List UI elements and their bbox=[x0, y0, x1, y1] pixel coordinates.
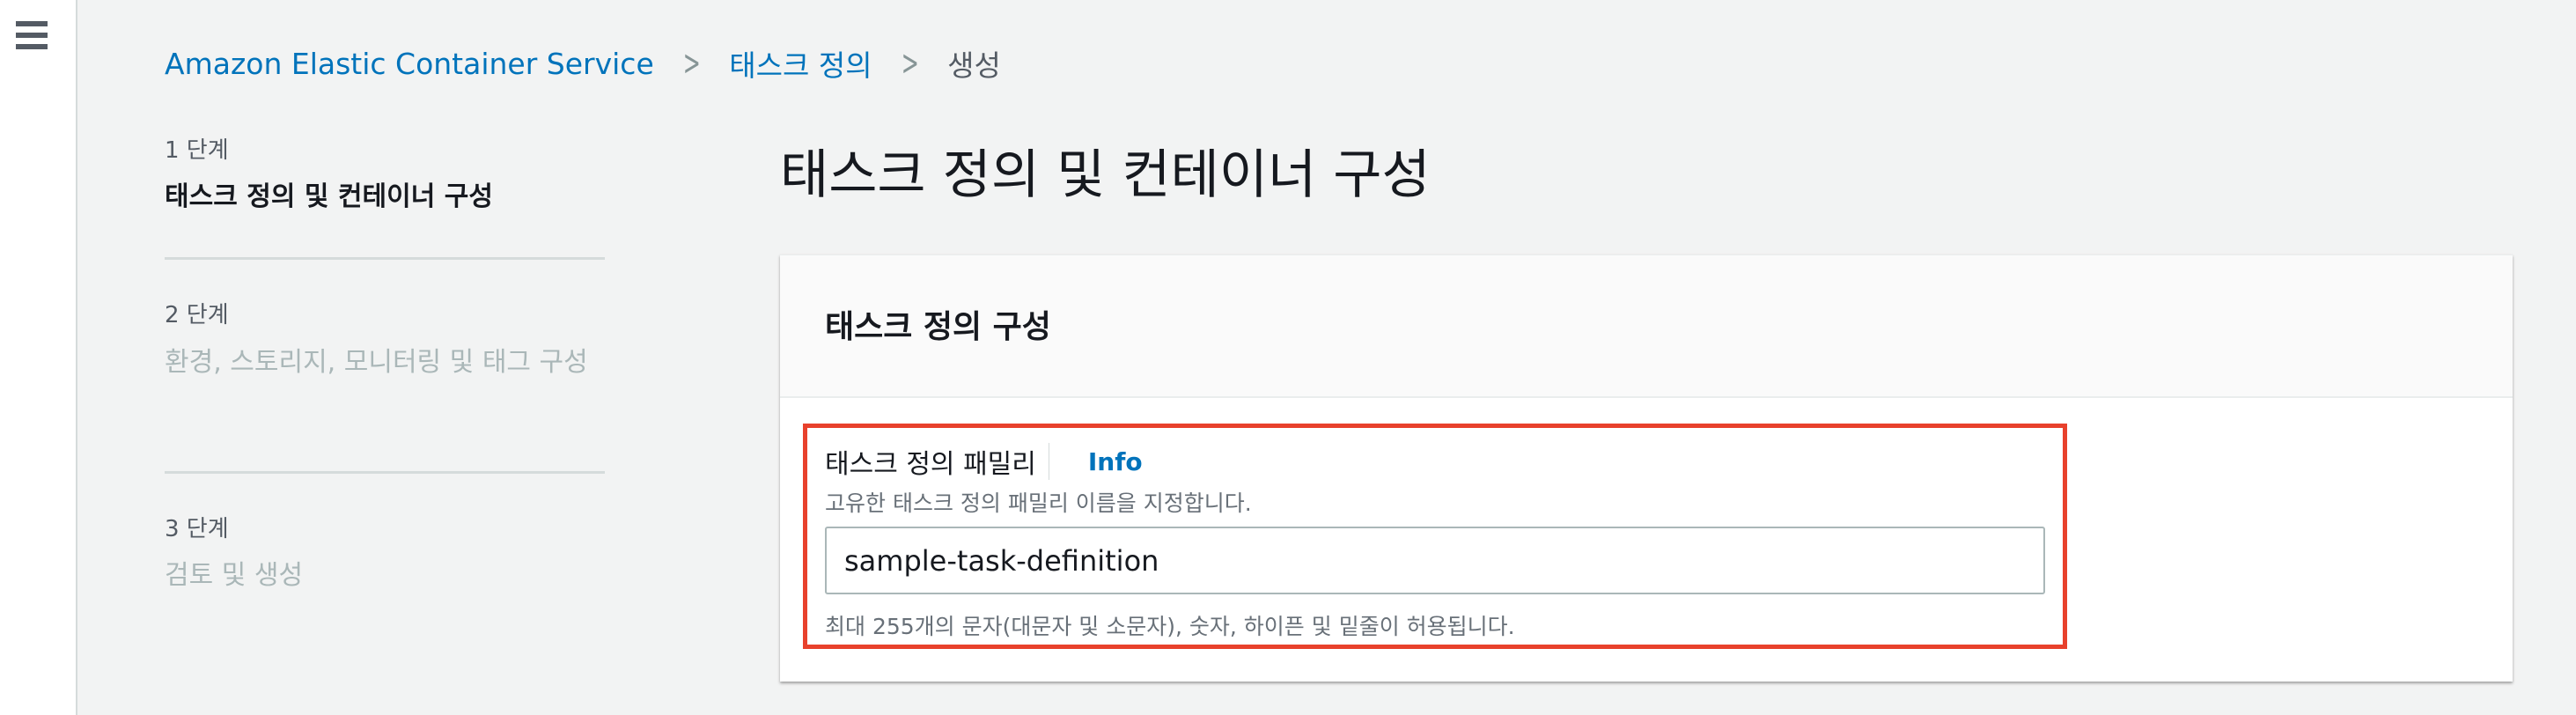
hamburger-icon[interactable] bbox=[16, 21, 48, 49]
step-divider bbox=[165, 471, 605, 474]
info-link[interactable]: Info bbox=[1088, 447, 1143, 476]
field-constraint: 최대 255개의 문자(대문자 및 소문자), 숫자, 하이픈 및 밑줄이 허용… bbox=[825, 614, 1515, 639]
card-title: 태스크 정의 구성 bbox=[825, 309, 1051, 345]
step-3-number: 3 단계 bbox=[165, 516, 229, 542]
step-2-title[interactable]: 환경, 스토리지, 모니터링 및 태그 구성 bbox=[165, 338, 596, 387]
field-description: 고유한 태스크 정의 패밀리 이름을 지정합니다. bbox=[825, 490, 1252, 516]
task-definition-config-card: 태스크 정의 구성 태스크 정의 패밀리 Info 고유한 태스크 정의 패밀리… bbox=[780, 254, 2513, 682]
task-family-label: 태스크 정의 패밀리 bbox=[825, 449, 1036, 480]
step-divider bbox=[165, 257, 605, 260]
step-1-number: 1 단계 bbox=[165, 137, 229, 164]
step-1-title: 태스크 정의 및 컨테이너 구성 bbox=[165, 181, 493, 212]
breadcrumb-create: 생성 bbox=[947, 48, 1001, 83]
step-3-title[interactable]: 검토 및 생성 bbox=[165, 551, 605, 601]
step-2-number: 2 단계 bbox=[165, 302, 229, 328]
chevron-right-icon: > bbox=[682, 43, 701, 84]
breadcrumb: Amazon Elastic Container Service > 태스크 정… bbox=[165, 42, 1001, 85]
page-title: 태스크 정의 및 컨테이너 구성 bbox=[780, 144, 1431, 206]
side-navigation bbox=[0, 0, 77, 715]
field-label-row: 태스크 정의 패밀리 Info bbox=[825, 442, 1143, 481]
card-header: 태스크 정의 구성 bbox=[780, 255, 2513, 398]
breadcrumb-ecs[interactable]: Amazon Elastic Container Service bbox=[165, 47, 654, 81]
task-family-input[interactable] bbox=[825, 527, 2045, 594]
breadcrumb-task-definitions[interactable]: 태스크 정의 bbox=[729, 42, 872, 85]
chevron-right-icon: > bbox=[901, 43, 919, 84]
